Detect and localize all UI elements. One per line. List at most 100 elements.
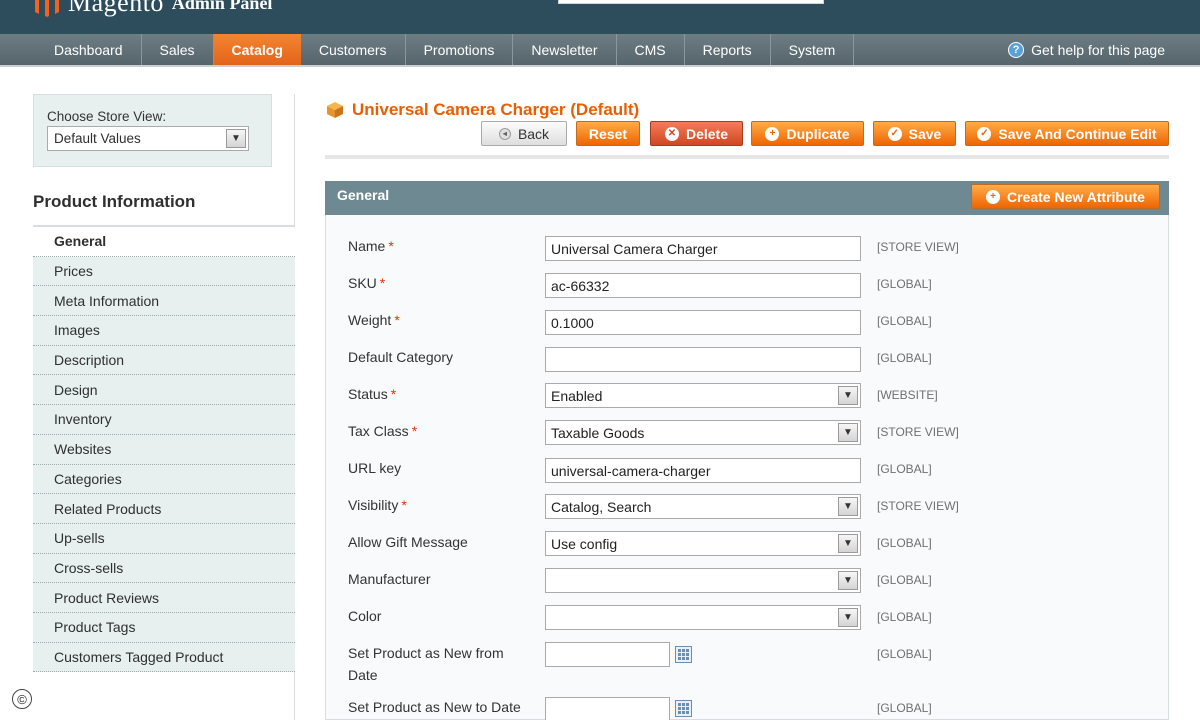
nav-newsletter[interactable]: Newsletter: [513, 34, 617, 65]
tab-design[interactable]: Design: [33, 375, 295, 406]
new-to-date-input[interactable]: [545, 697, 670, 720]
tab-inventory[interactable]: Inventory: [33, 405, 295, 435]
page-title-text: Universal Camera Charger (Default): [352, 100, 640, 119]
visibility-select[interactable]: Catalog, Search ▼: [545, 494, 861, 519]
nav-customers[interactable]: Customers: [301, 34, 406, 65]
tab-related-products[interactable]: Related Products: [33, 494, 295, 524]
duplicate-button-label: Duplicate: [786, 125, 850, 142]
status-label-text: Status: [348, 386, 388, 402]
save-button[interactable]: ✓ Save: [873, 121, 956, 146]
tab-cross-sells[interactable]: Cross-sells: [33, 553, 295, 584]
nav-cms[interactable]: CMS: [617, 34, 685, 65]
nav-sales[interactable]: Sales: [142, 34, 214, 65]
nav-promotions[interactable]: Promotions: [406, 34, 514, 65]
reset-button[interactable]: Reset: [576, 121, 640, 146]
url-key-label: URL key: [348, 460, 402, 476]
tab-meta-information[interactable]: Meta Information: [33, 286, 295, 317]
back-arrow-icon: ◂: [498, 127, 511, 140]
logo-subtitle: Admin Panel: [171, 0, 273, 13]
weight-input[interactable]: 0.1000: [545, 310, 861, 335]
new-from-date-scope: [GLOBAL]: [877, 647, 932, 661]
required-mark: *: [379, 275, 386, 291]
chevron-down-icon: ▼: [838, 386, 858, 405]
global-search-input[interactable]: [558, 0, 824, 4]
back-button[interactable]: ◂ Back: [481, 121, 567, 146]
nav-system[interactable]: System: [771, 34, 855, 65]
help-link[interactable]: ? Get help for this page: [1008, 34, 1165, 65]
color-select[interactable]: ▼: [545, 605, 861, 630]
main-nav: Dashboard Sales Catalog Customers Promot…: [0, 34, 1200, 67]
default-category-label: Default Category: [348, 349, 454, 365]
store-view-label: Choose Store View:: [47, 109, 167, 124]
weight-label: Weight *: [348, 309, 400, 331]
gift-message-scope: [GLOBAL]: [877, 536, 932, 550]
duplicate-button[interactable]: + Duplicate: [751, 121, 864, 146]
sku-label: SKU *: [348, 272, 385, 294]
new-from-date-label: Set Product as New from Date: [348, 645, 504, 683]
delete-button[interactable]: ✕ Delete: [650, 121, 743, 146]
chevron-down-icon: ▼: [226, 129, 246, 148]
required-mark: *: [411, 423, 418, 439]
sku-label-text: SKU: [348, 275, 377, 291]
copyright-icon: ©: [12, 689, 32, 709]
tab-general[interactable]: General: [33, 227, 295, 257]
logo-text: Magento: [68, 0, 164, 17]
chevron-down-icon: ▼: [838, 608, 858, 627]
gift-message-value: Use config: [551, 535, 618, 552]
logo[interactable]: Magento Admin Panel: [32, 0, 272, 18]
status-label: Status *: [348, 383, 396, 405]
url-key-input[interactable]: universal-camera-charger: [545, 458, 861, 483]
store-view-switcher: Choose Store View: Default Values ▼: [33, 94, 272, 167]
tab-description[interactable]: Description: [33, 345, 295, 376]
default-category-input[interactable]: [545, 347, 861, 372]
nav-catalog[interactable]: Catalog: [213, 34, 301, 65]
nav-dashboard[interactable]: Dashboard: [0, 34, 142, 65]
chevron-down-icon: ▼: [838, 497, 858, 516]
tax-class-scope: [STORE VIEW]: [877, 425, 959, 439]
nav-reports[interactable]: Reports: [685, 34, 771, 65]
page-title: Universal Camera Charger (Default): [326, 100, 639, 120]
color-label: Color: [348, 608, 382, 624]
fieldset-title: General: [337, 187, 390, 203]
save-continue-button[interactable]: ✓ Save And Continue Edit: [965, 121, 1169, 146]
tax-class-value: Taxable Goods: [551, 424, 645, 441]
store-view-select[interactable]: Default Values ▼: [47, 126, 249, 151]
tab-images[interactable]: Images: [33, 316, 295, 346]
required-mark: *: [401, 497, 407, 513]
url-key-scope: [GLOBAL]: [877, 462, 932, 476]
visibility-scope: [STORE VIEW]: [877, 499, 959, 513]
new-from-date-input[interactable]: [545, 642, 670, 667]
status-select[interactable]: Enabled ▼: [545, 383, 861, 408]
calendar-icon[interactable]: [675, 700, 692, 717]
checkmark-icon: ✓: [977, 126, 992, 141]
new-to-date-label: Set Product as New to Date: [348, 699, 521, 715]
required-mark: *: [388, 238, 394, 254]
magento-logo-icon: [32, 0, 62, 18]
default-category-scope: [GLOBAL]: [877, 351, 932, 365]
name-input[interactable]: Universal Camera Charger: [545, 236, 861, 261]
tab-categories[interactable]: Categories: [33, 464, 295, 495]
help-label: Get help for this page: [1031, 41, 1165, 58]
new-to-date-scope: [GLOBAL]: [877, 701, 932, 715]
manufacturer-select[interactable]: ▼: [545, 568, 861, 593]
title-divider: [325, 155, 1169, 159]
sku-scope: [GLOBAL]: [877, 277, 932, 291]
tab-websites[interactable]: Websites: [33, 434, 295, 465]
name-label-text: Name: [348, 238, 386, 254]
tab-customers-tagged-product[interactable]: Customers Tagged Product: [33, 642, 295, 673]
plus-icon: +: [986, 189, 1001, 204]
gift-message-select[interactable]: Use config ▼: [545, 531, 861, 556]
tax-class-select[interactable]: Taxable Goods ▼: [545, 420, 861, 445]
tab-product-tags[interactable]: Product Tags: [33, 612, 295, 643]
tab-prices[interactable]: Prices: [33, 256, 295, 287]
weight-label-text: Weight: [348, 312, 392, 328]
checkmark-icon: ✓: [887, 126, 902, 141]
sku-input[interactable]: ac-66332: [545, 273, 861, 298]
back-button-label: Back: [517, 125, 550, 142]
create-attribute-button[interactable]: + Create New Attribute: [971, 184, 1160, 209]
tab-product-reviews[interactable]: Product Reviews: [33, 583, 295, 613]
calendar-icon[interactable]: [675, 646, 692, 663]
tax-class-label: Tax Class *: [348, 420, 417, 442]
status-scope: [WEBSITE]: [877, 388, 938, 402]
tab-up-sells[interactable]: Up-sells: [33, 523, 295, 554]
